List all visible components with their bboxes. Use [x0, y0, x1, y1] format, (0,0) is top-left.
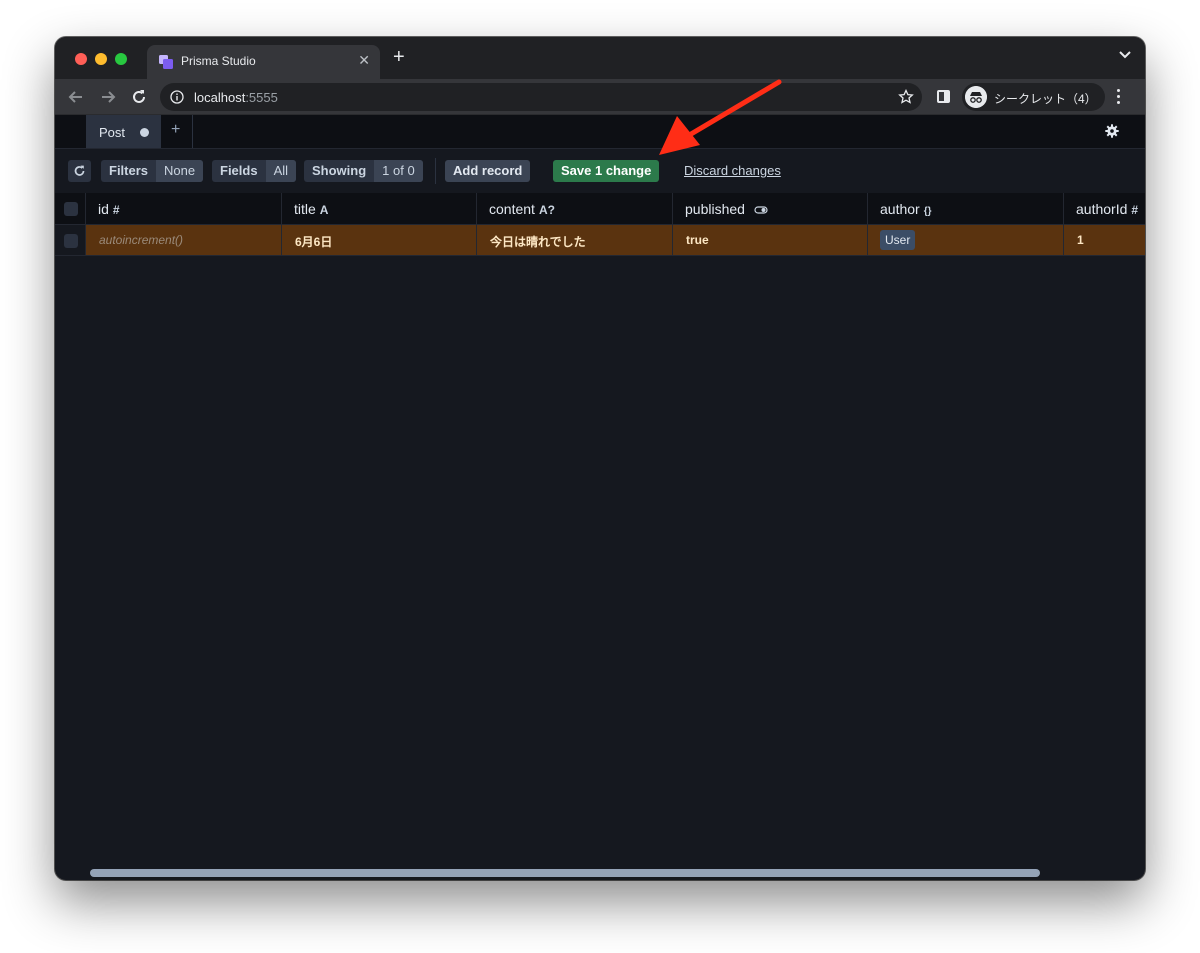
studio-tab-bar: Post + [55, 115, 1145, 149]
relation-badge[interactable]: User [880, 230, 916, 250]
studio-action-bar: Filters None Fields All Showing 1 of 0 A… [55, 149, 1145, 193]
column-header-published[interactable]: published [673, 193, 868, 224]
showing-label: Showing [312, 163, 367, 178]
filters-button[interactable]: Filters None [101, 160, 204, 182]
column-header-id[interactable]: id # [86, 193, 282, 224]
column-name: content [489, 201, 535, 217]
close-tab-icon[interactable]: ✕ [358, 52, 370, 69]
cell-content-value: 今日は晴れでした [490, 235, 586, 249]
number-type-icon: # [1131, 203, 1139, 217]
relation-type-icon: {} [923, 206, 932, 217]
reload-icon[interactable] [130, 88, 148, 106]
minimize-window-button[interactable] [95, 53, 107, 65]
zoom-window-button[interactable] [115, 53, 127, 65]
browser-menu-icon[interactable] [1117, 89, 1121, 107]
prisma-favicon-icon [159, 55, 173, 69]
column-name: author [880, 201, 920, 217]
cell-published[interactable]: true [673, 225, 868, 255]
column-name: authorId [1076, 201, 1128, 217]
url-text: localhost:5555 [194, 90, 278, 105]
fields-button[interactable]: Fields All [212, 160, 297, 182]
table-row: autoincrement() 6月6日 今日は晴れでした true User … [55, 225, 1145, 256]
pagination-button[interactable]: Showing 1 of 0 [304, 160, 423, 182]
unsaved-dot-icon[interactable] [140, 128, 149, 137]
forward-arrow-icon[interactable] [99, 88, 117, 106]
refresh-icon [74, 165, 85, 176]
cell-published-value: true [686, 233, 709, 247]
fields-label: Fields [220, 163, 258, 178]
cell-title[interactable]: 6月6日 [282, 225, 477, 255]
gear-icon[interactable] [1105, 124, 1119, 138]
cell-id[interactable]: autoincrement() [86, 225, 282, 255]
address-bar[interactable]: localhost:5555 [160, 83, 922, 111]
column-header-content[interactable]: content A? [477, 193, 673, 224]
toolbar-divider [435, 158, 436, 184]
column-name: title [294, 201, 316, 217]
tab-divider [192, 115, 193, 148]
fields-value: All [265, 160, 297, 182]
browser-tab-strip: Prisma Studio ✕ + [55, 37, 1145, 79]
close-window-button[interactable] [75, 53, 87, 65]
filters-label: Filters [109, 163, 149, 178]
browser-tab-prisma-studio[interactable]: Prisma Studio ✕ [147, 45, 380, 79]
horizontal-scrollbar[interactable] [90, 869, 1040, 877]
column-header-title[interactable]: title A [282, 193, 477, 224]
filters-value: None [156, 160, 204, 182]
number-type-icon: # [112, 203, 120, 217]
cell-authorId[interactable]: 1 [1064, 225, 1145, 255]
select-all-cell [55, 193, 86, 224]
incognito-profile-button[interactable]: シークレット（4） [962, 83, 1105, 111]
browser-toolbar: localhost:5555 シークレット（4） [55, 79, 1145, 115]
optional-string-type-icon: A? [538, 203, 555, 217]
save-changes-button[interactable]: Save 1 change [553, 160, 660, 182]
refresh-button[interactable] [68, 160, 91, 182]
row-select-cell [55, 225, 86, 255]
cell-id-value: autoincrement() [99, 233, 184, 247]
cell-content[interactable]: 今日は晴れでした [477, 225, 673, 255]
column-header-authorId[interactable]: authorId # [1064, 193, 1145, 224]
cell-authorId-value: 1 [1077, 233, 1084, 247]
side-panel-icon[interactable] [937, 90, 950, 103]
row-checkbox[interactable] [64, 234, 78, 248]
incognito-icon [965, 86, 987, 108]
string-type-icon: A [319, 203, 329, 217]
browser-window: Prisma Studio ✕ + localhost:5555 シークレット（… [55, 37, 1145, 880]
add-tab-icon[interactable]: + [171, 121, 180, 139]
browser-tab-title: Prisma Studio [181, 54, 256, 68]
chevron-down-icon[interactable] [1119, 51, 1131, 59]
showing-value: 1 of 0 [374, 160, 423, 182]
cell-title-value: 6月6日 [295, 235, 333, 249]
back-arrow-icon[interactable] [67, 88, 85, 106]
boolean-toggle-icon [754, 206, 768, 214]
select-all-checkbox[interactable] [64, 202, 78, 216]
tab-post-label: Post [99, 125, 126, 140]
bookmark-star-icon[interactable] [898, 89, 914, 105]
discard-changes-link[interactable]: Discard changes [684, 163, 781, 178]
site-info-icon[interactable] [170, 90, 184, 104]
column-name: published [685, 201, 745, 217]
cell-author[interactable]: User [868, 225, 1064, 255]
new-tab-button[interactable]: + [393, 47, 405, 67]
add-record-button[interactable]: Add record [445, 160, 531, 182]
incognito-label: シークレット（4） [994, 92, 1097, 106]
column-header-author[interactable]: author{} [868, 193, 1064, 224]
grid-header-row: id # title A content A? published author{} [55, 193, 1145, 225]
tab-post[interactable]: Post [86, 115, 161, 148]
column-name: id [98, 201, 109, 217]
